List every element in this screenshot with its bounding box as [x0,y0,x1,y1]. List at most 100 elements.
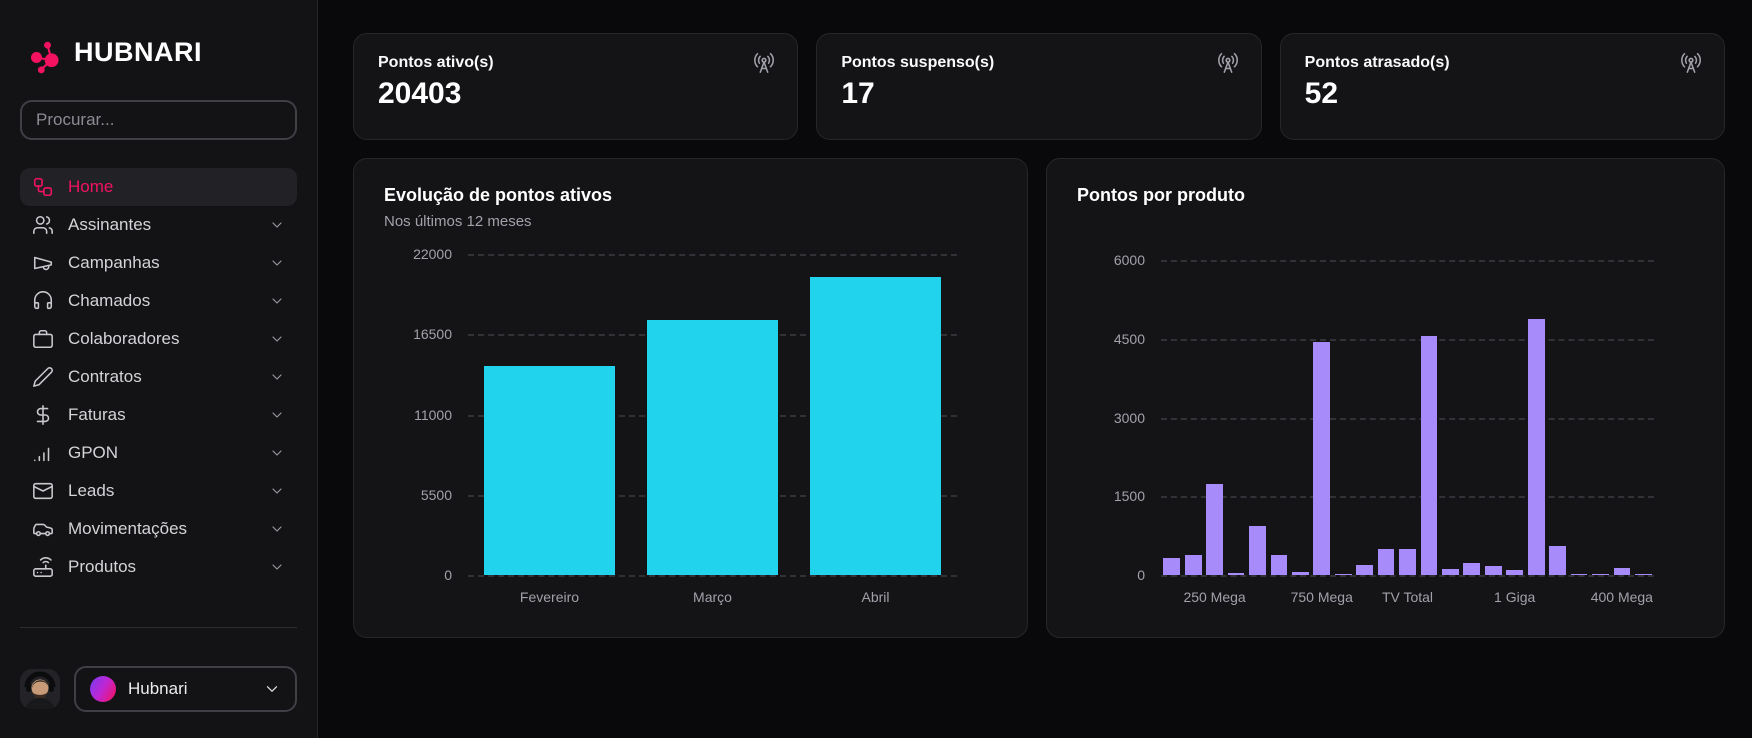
sidebar-item-label: GPON [68,443,119,462]
sidebar-item-label: Faturas [68,405,126,424]
search-input[interactable] [20,100,297,140]
bar-slot [1354,260,1375,575]
x-axis-tick: 250 Mega [1183,589,1246,605]
main-content: Pontos ativo(s) 20403 Pontos suspenso(s) 17… [318,0,1752,738]
x-axis-tick: Março [693,589,732,605]
sidebar-item-contratos[interactable]: Contratos [20,358,297,396]
sidebar-item-label: Campanhas [68,253,160,272]
x-axis-labels: 250 Mega 750 Mega TV Total 1 Giga 400 Mega [1161,575,1654,611]
bar-slot [1483,260,1504,575]
chevron-down-icon [263,680,281,698]
users-icon [32,214,54,236]
bar[interactable] [1377,549,1395,575]
sidebar-item-chamados[interactable]: Chamados [20,282,297,320]
bar[interactable] [1356,564,1374,575]
chevron-down-icon [269,255,285,271]
chevron-down-icon [269,521,285,537]
signal-icon [32,442,54,464]
bar-slot [1525,260,1546,575]
bar[interactable] [810,277,941,575]
bar[interactable] [1313,342,1331,575]
bar[interactable] [1206,484,1223,575]
sidebar-item-label: Assinantes [68,215,152,234]
bar[interactable] [1463,562,1481,575]
user-menu-button[interactable]: Hubnari [74,666,297,712]
x-axis-tick: 1 Giga [1494,589,1536,605]
stat-label: Pontos atrasado(s) [1304,54,1450,71]
megaphone-icon [32,252,54,274]
bar-slot [1268,260,1289,575]
sidebar-item-gpon[interactable]: GPON [20,434,297,472]
chevron-down-icon [269,369,285,385]
avatar[interactable] [20,669,60,709]
bar[interactable] [1484,566,1502,575]
radio-tower-icon [753,52,775,74]
stat-label: Pontos suspenso(s) [841,54,995,71]
y-axis-tick: 16500 [413,326,452,343]
sidebar-item-faturas[interactable]: Faturas [20,396,297,434]
sidebar-item-leads[interactable]: Leads [20,472,297,510]
search-input-wrapper [20,100,297,140]
y-axis-tick: 5500 [420,486,452,503]
chart-subtitle: Nos últimos 12 meses [384,213,532,230]
bar[interactable] [1184,555,1202,575]
bar[interactable] [1249,526,1266,575]
sidebar-item-home[interactable]: Home [20,168,297,206]
bar[interactable] [1420,335,1438,575]
sidebar-item-assinantes[interactable]: Assinantes [20,206,297,244]
chart-title: Pontos por produto [1077,185,1245,205]
bar[interactable] [484,366,615,575]
bar[interactable] [1527,318,1545,575]
bar-slot [1611,260,1632,575]
bar[interactable] [1270,555,1288,575]
sidebar-item-campanhas[interactable]: Campanhas [20,244,297,282]
stat-value: 52 [1304,77,1339,110]
sidebar-item-label: Contratos [68,367,142,386]
chart-title: Evolução de pontos ativos [384,185,613,205]
bar[interactable] [1399,548,1416,575]
sidebar-item-label: Colaboradores [68,329,180,348]
bar-slot [794,254,957,575]
x-axis-tick: 400 Mega [1590,589,1653,605]
chevron-down-icon [269,483,285,499]
x-axis-tick: Fevereiro [519,589,580,605]
sidebar-nav: Home Assinantes Campanhas Chamados Colaborad… [20,168,297,586]
radio-tower-icon [1217,52,1239,74]
bar[interactable] [1613,568,1631,575]
bar-slot [631,254,794,575]
bar[interactable] [1163,558,1181,575]
stat-card: Pontos ativo(s) 20403 [353,33,799,140]
y-axis-tick: 3000 [1113,409,1145,426]
sidebar-item-movimentacoes[interactable]: Movimentações [20,510,297,548]
bar-slot [1247,260,1268,575]
sidebar-item-produtos[interactable]: Produtos [20,548,297,586]
user-gradient-dot [90,676,116,702]
mail-icon [32,480,54,502]
sidebar-divider [20,627,297,628]
router-icon [32,556,54,578]
x-axis-tick: TV Total [1381,589,1434,605]
chevron-down-icon [269,407,285,423]
bar-chart-pontos-por-produto: 0 1500 3000 4500 6000 250 Mega 750 Mega TV Tota… [1077,252,1694,611]
sidebar-item-label: Movimentações [68,519,188,538]
y-axis-tick: 1500 [1113,488,1145,505]
y-axis-tick: 6000 [1113,252,1145,268]
y-axis-tick: 22000 [413,246,452,262]
bar-slot [1397,260,1418,575]
avatar-image [20,669,60,709]
bar-slot [1375,260,1396,575]
charts-row: Evolução de pontos ativos Nos últimos 12… [353,158,1725,638]
pencil-icon [32,366,54,388]
bar-slot [1547,260,1568,575]
bar[interactable] [647,319,778,575]
brand-name: HUBNARI [74,36,202,67]
x-axis-tick: Abril [861,589,890,605]
logo[interactable]: HUBNARI [20,24,297,80]
bars-area [468,254,957,575]
bar-slot [1504,260,1525,575]
bar[interactable] [1549,545,1566,575]
sidebar-item-colaboradores[interactable]: Colaboradores [20,320,297,358]
bar-slot [1633,260,1654,575]
y-axis-tick: 11000 [414,406,452,423]
x-axis-tick: 750 Mega [1290,589,1353,605]
